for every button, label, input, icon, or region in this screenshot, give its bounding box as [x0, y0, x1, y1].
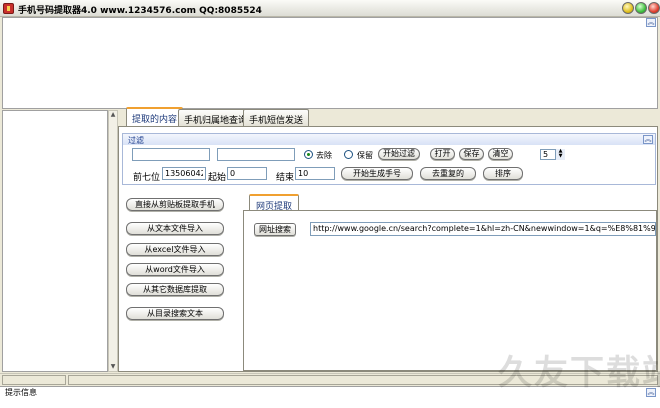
scroll-up-icon[interactable]: ▲ — [109, 111, 117, 119]
text-file-import-button[interactable]: 从文本文件导入 — [126, 222, 224, 235]
minimize-button[interactable] — [622, 2, 634, 14]
filter-header — [123, 134, 655, 145]
window-title: 手机号码提取器4.0 www.1234576.com QQ:8085524 — [18, 6, 262, 16]
watermark-logo: 久友下载站 — [498, 353, 660, 393]
save-button[interactable]: 保存 — [459, 148, 484, 160]
filter-input-2[interactable] — [217, 148, 295, 161]
start-filter-button[interactable]: 开始过滤 — [378, 148, 420, 160]
tab-extracted-content[interactable]: 提取的内容 — [126, 107, 184, 126]
filter-input-1[interactable] — [132, 148, 210, 161]
clear-button[interactable]: 清空 — [488, 148, 513, 160]
word-import-button[interactable]: 从word文件导入 — [126, 263, 224, 276]
vertical-scrollbar[interactable] — [108, 110, 118, 372]
close-button[interactable] — [648, 2, 660, 14]
directory-search-button[interactable]: 从目录搜索文本 — [126, 307, 224, 320]
sort-button[interactable]: 排序 — [483, 167, 523, 180]
scroll-down-icon[interactable]: ▼ — [109, 363, 117, 371]
generate-numbers-button[interactable]: 开始生成手号 — [341, 167, 413, 180]
end-label: 结束 — [276, 173, 295, 183]
url-input[interactable]: http://www.google.cn/search?complete=1&h… — [310, 222, 656, 236]
prefix-input[interactable] — [162, 167, 206, 180]
filter-title: 过滤 — [128, 136, 144, 145]
start-input[interactable] — [227, 167, 267, 180]
hint-label: 提示信息 — [5, 388, 37, 397]
app-icon — [3, 3, 14, 14]
results-text-area[interactable] — [2, 17, 658, 109]
spinner-arrows-icon[interactable]: ▲ ▼ — [555, 149, 565, 160]
status-cell-1 — [2, 375, 66, 385]
excel-import-button[interactable]: 从excel文件导入 — [126, 243, 224, 256]
start-label: 起始 — [208, 173, 227, 183]
collapse-icon[interactable]: ︽ — [646, 18, 656, 27]
dedupe-button[interactable]: 去重复的 — [420, 167, 476, 180]
clipboard-extract-button[interactable]: 直接从剪贴板提取手机 — [126, 198, 224, 211]
tab-location-query[interactable]: 手机归属地查询 — [178, 109, 254, 126]
end-input[interactable] — [295, 167, 335, 180]
maximize-button[interactable] — [635, 2, 647, 14]
radio-keep-label: 保留 — [357, 151, 373, 160]
radio-remove[interactable] — [304, 150, 313, 159]
tab-sms-send[interactable]: 手机短信发送 — [243, 109, 310, 126]
phone-list[interactable] — [2, 110, 108, 372]
filter-collapse-icon[interactable]: ︽ — [643, 135, 653, 144]
radio-remove-label: 去除 — [316, 151, 332, 160]
url-search-button[interactable]: 网址搜索 — [254, 223, 296, 236]
database-extract-button[interactable]: 从其它数据库提取 — [126, 283, 224, 296]
prefix-label: 前七位 — [133, 173, 161, 183]
tab-web-extract[interactable]: 网页提取 — [249, 194, 300, 212]
open-button[interactable]: 打开 — [430, 148, 455, 160]
radio-keep[interactable] — [344, 150, 353, 159]
